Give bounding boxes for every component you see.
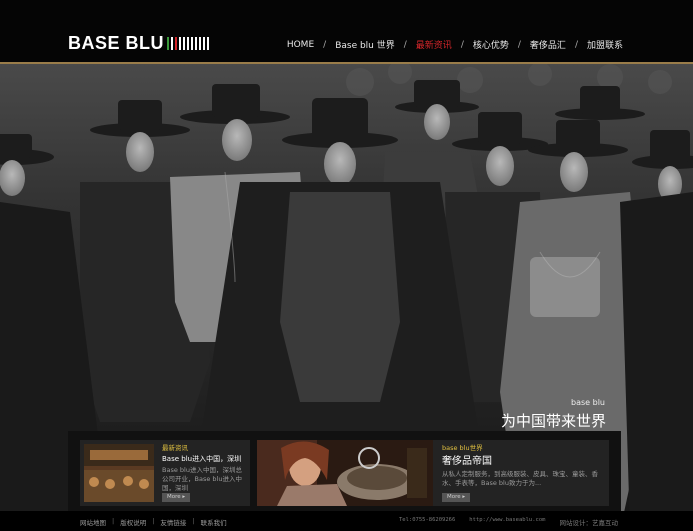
footer-links: 网站地图 | 版权说明 | 友情链接 | 联系我们 <box>80 517 227 527</box>
news-card[interactable]: 最新资讯 Base blu进入中国，深圳 Base blu进入中国，深圳总公司开… <box>80 440 250 506</box>
footer-design-credit: 网站设计：艺嘉互动 <box>559 519 618 527</box>
nav-news[interactable]: 最新资讯 <box>416 38 452 51</box>
footer-link-sitemap[interactable]: 网站地图 <box>80 517 106 527</box>
nav-world[interactable]: Base blu 世界 <box>335 38 395 51</box>
news-panel: 最新资讯 Base blu进入中国，深圳 Base blu进入中国，深圳总公司开… <box>68 431 621 511</box>
nav-contact[interactable]: 加盟联系 <box>587 38 623 51</box>
news-thumbnail[interactable] <box>257 440 433 506</box>
logo[interactable]: BASE BLU <box>68 33 210 53</box>
footer-separator: | <box>152 517 155 525</box>
more-button[interactable]: More ▸ <box>442 493 471 502</box>
nav-separator: / <box>574 39 578 50</box>
footer-link-contact[interactable]: 联系我们 <box>201 517 227 527</box>
nav-separator: / <box>460 39 464 50</box>
footer-separator: | <box>192 517 195 525</box>
news-excerpt: Base blu进入中国，深圳总公司开业，Base blu进入中国，深圳 <box>162 466 242 492</box>
news-title[interactable]: 奢侈品帝国 <box>442 456 602 468</box>
header-divider <box>0 62 693 64</box>
footer: 网站地图 | 版权说明 | 友情链接 | 联系我们 Tel:0755-86209… <box>0 511 693 531</box>
footer-website[interactable]: http://www.baseablu.com <box>469 517 545 527</box>
nav-separator: / <box>403 39 407 50</box>
news-card-body: 最新资讯 Base blu进入中国，深圳 Base blu进入中国，深圳总公司开… <box>162 444 246 493</box>
news-title[interactable]: Base blu进入中国，深圳 <box>162 455 246 464</box>
news-card[interactable]: base blu世界 奢侈品帝国 从私人定制服务，到高级服装、皮具、珠宝、童装、… <box>257 440 609 506</box>
footer-link-copyright[interactable]: 版权说明 <box>120 517 146 527</box>
footer-link-friends[interactable]: 友情链接 <box>160 517 186 527</box>
news-tag: 最新资讯 <box>162 444 188 452</box>
top-header: BASE BLU HOME / Base blu 世界 / 最新资讯 / 核心优… <box>0 0 693 62</box>
hero-caption-title: 为中国带来世界 <box>500 412 606 430</box>
nav-luxury[interactable]: 奢侈品汇 <box>530 38 566 51</box>
logo-stripes-icon <box>167 36 210 50</box>
footer-separator: | <box>112 517 115 525</box>
news-card-body: base blu世界 奢侈品帝国 从私人定制服务，到高级服装、皮具、珠宝、童装、… <box>442 444 602 488</box>
hero-caption-small: base blu <box>571 398 605 407</box>
nav-separator: / <box>517 39 521 50</box>
more-button[interactable]: More ▸ <box>162 493 191 502</box>
news-excerpt: 从私人定制服务，到高级服装、皮具、珠宝、童装、香水、手表等，Base blu致力… <box>442 470 598 487</box>
nav-separator: / <box>323 39 327 50</box>
footer-info: Tel:0755-86209266 http://www.baseablu.co… <box>399 517 618 527</box>
news-tag: base blu世界 <box>442 444 483 452</box>
news-thumbnail[interactable] <box>84 444 154 502</box>
main-nav: HOME / Base blu 世界 / 最新资讯 / 核心优势 / 奢侈品汇 … <box>287 38 623 52</box>
nav-home[interactable]: HOME <box>287 40 314 50</box>
nav-advantages[interactable]: 核心优势 <box>473 38 509 51</box>
footer-phone: Tel:0755-86209266 <box>399 517 456 523</box>
logo-text: BASE BLU <box>68 33 165 53</box>
